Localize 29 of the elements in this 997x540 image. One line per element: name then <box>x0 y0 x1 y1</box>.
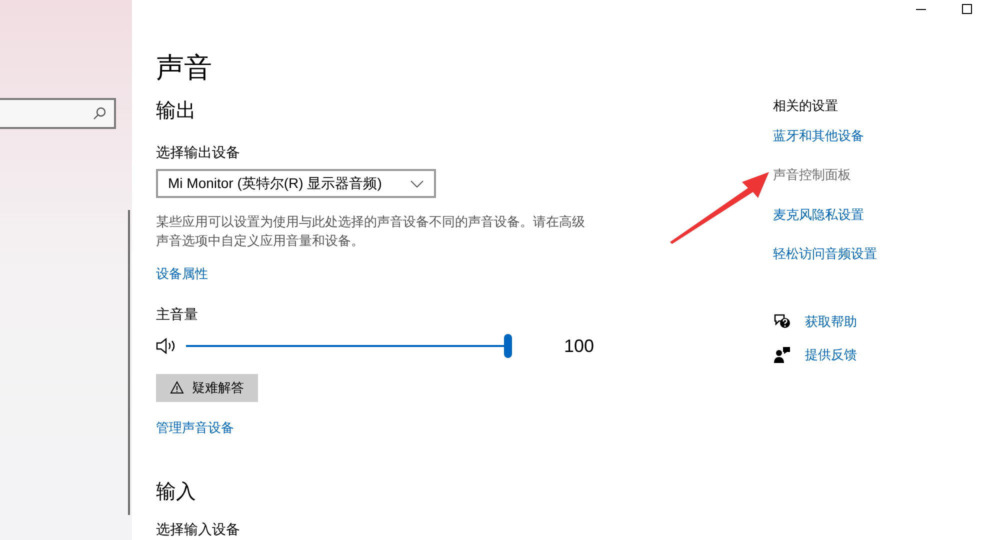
help-link[interactable]: 提供反馈 <box>805 345 857 364</box>
device-properties-link[interactable]: 设备属性 <box>156 264 208 284</box>
description-text: 某些应用可以设置为使用与此处选择的声音设备不同的声音设备。请在高级声音选项中自定义应用音量和设备。 <box>156 213 586 250</box>
person-feedback-icon <box>773 346 791 364</box>
help-link[interactable]: 获取帮助 <box>805 312 857 331</box>
section-heading: 输入 <box>156 480 197 505</box>
slider-thumb[interactable] <box>504 334 512 358</box>
device-dropdown[interactable]: Mi Monitor (英特尔(R) 显示器音频) <box>156 169 436 198</box>
field-label: 选择输入设备 <box>156 520 241 539</box>
troubleshoot-button[interactable]: 疑难解答 <box>156 374 258 402</box>
field-label: 主音量 <box>156 304 199 324</box>
manage-devices-link[interactable]: 管理声音设备 <box>156 418 234 437</box>
search-field[interactable] <box>0 98 116 129</box>
page-title: 声音 <box>156 51 213 85</box>
warning-icon <box>170 381 184 394</box>
related-settings-heading: 相关的设置 <box>773 97 839 115</box>
chevron-down-icon <box>410 180 424 188</box>
section-heading: 输出 <box>156 99 197 124</box>
related-settings-link[interactable]: 蓝牙和其他设备 <box>773 126 864 145</box>
volume-slider[interactable] <box>186 334 512 358</box>
related-settings-link[interactable]: 声音控制面板 <box>773 165 851 184</box>
chat-question-icon <box>773 312 791 330</box>
scrollbar-thumb[interactable] <box>128 210 130 515</box>
search-icon <box>93 107 106 120</box>
related-settings-link[interactable]: 轻松访问音频设置 <box>773 244 877 264</box>
volume-reading: 100 <box>564 334 594 358</box>
field-label: 选择输出设备 <box>156 143 241 162</box>
maximize-icon[interactable] <box>962 4 972 14</box>
related-settings-link[interactable]: 麦克风隐私设置 <box>773 204 864 224</box>
